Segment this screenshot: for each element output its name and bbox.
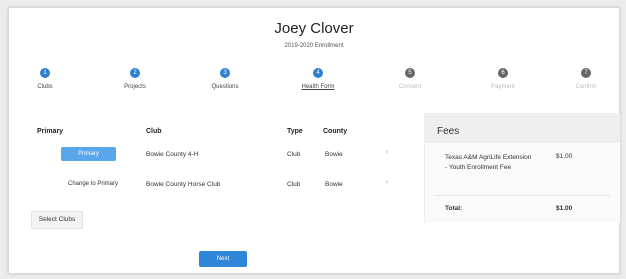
step-consent[interactable]: 5 Consent [375,68,445,90]
club-type: Club [287,151,301,158]
step-label: Health Form [301,84,335,90]
step-1-icon: 1 [40,68,50,78]
step-projects[interactable]: 2 Projects [100,68,170,90]
step-confirm[interactable]: 7 Confirm [551,68,621,90]
next-button[interactable]: Next [199,251,247,267]
change-to-primary-button[interactable]: Change to Primary [57,177,129,191]
column-header-club: Club [146,128,162,135]
total-amount: $1.00 [556,205,573,212]
club-county: Bowie [325,181,343,188]
step-clubs[interactable]: 1 Clubs [10,68,80,90]
fee-name: Texas A&M AgriLife Extension - Youth Enr… [445,154,532,171]
step-6-icon: 6 [498,68,508,78]
club-name: Bowie County 4-H [146,151,199,158]
club-type: Club [287,181,301,188]
enrollment-year: 2019-2020 Enrollment [284,43,344,49]
step-label: Payment [491,84,515,90]
column-header-primary: Primary [37,128,64,135]
step-5-icon: 5 [405,68,415,78]
fee-amount: $1.00 [556,153,573,160]
step-label: Projects [124,84,146,90]
fees-title: Fees [437,126,460,137]
fees-divider [435,195,610,196]
step-7-icon: 7 [581,68,591,78]
remove-club-icon[interactable]: × [385,180,389,186]
step-health-form[interactable]: 4 Health Form [283,68,353,90]
step-label: Questions [211,84,239,90]
fees-header: Fees [425,113,620,143]
step-label: Clubs [37,84,53,90]
fees-panel: Fees Texas A&M AgriLife Extension - Yout… [424,113,620,223]
remove-club-icon[interactable]: × [385,150,389,156]
select-clubs-button[interactable]: Select Clubs [31,211,83,229]
column-header-county: County [323,128,348,135]
step-label: Confirm [575,84,597,90]
step-payment[interactable]: 6 Payment [468,68,538,90]
step-2-icon: 2 [130,68,140,78]
step-4-icon: 4 [313,68,323,78]
enrollment-panel: Joey Clover 2019-2020 Enrollment 1 Clubs… [8,7,620,274]
step-questions[interactable]: 3 Questions [190,68,260,90]
club-county: Bowie [325,151,343,158]
step-label: Consent [398,84,422,90]
column-header-type: Type [287,128,303,135]
primary-button[interactable]: Primary [61,147,116,161]
total-label: Total: [445,205,463,212]
club-name: Bowie County Horse Club [146,181,221,188]
step-3-icon: 3 [220,68,230,78]
member-name: Joey Clover [274,20,354,37]
